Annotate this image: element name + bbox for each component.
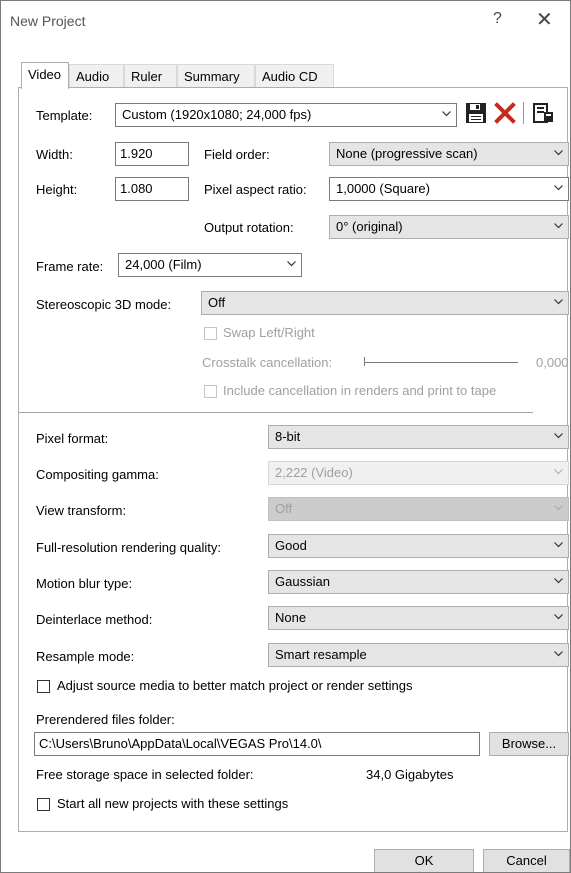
height-label: Height:: [36, 182, 78, 197]
output-rotation-label: Output rotation:: [204, 220, 294, 235]
toolbar-divider: [523, 102, 524, 124]
resample-value: Smart resample: [275, 647, 367, 662]
save-icon[interactable]: [465, 102, 487, 127]
prerender-folder-input[interactable]: C:\Users\Bruno\AppData\Local\VEGAS Pro\1…: [34, 732, 480, 756]
width-input[interactable]: 1.920: [115, 142, 189, 166]
section-divider: [19, 412, 533, 413]
new-project-dialog: New Project ? ✕ Video Audio Ruler Summar…: [0, 0, 571, 873]
chevron-down-icon: [554, 578, 563, 586]
output-rotation-value: 0° (original): [336, 219, 403, 234]
crosstalk-value: 0,000: [536, 355, 569, 370]
stereo-value: Off: [208, 295, 226, 310]
motion-blur-label: Motion blur type:: [36, 576, 133, 591]
tab-summary[interactable]: Summary: [177, 64, 255, 87]
compositing-gamma-value: 2,222 (Video): [275, 465, 353, 480]
chevron-down-icon: [554, 150, 563, 158]
crosstalk-label: Crosstalk cancellation:: [202, 355, 333, 370]
chevron-down-icon: [554, 505, 563, 513]
view-transform-label: View transform:: [36, 503, 127, 518]
properties-icon[interactable]: [532, 102, 554, 127]
tab-audio-cd[interactable]: Audio CD: [255, 64, 334, 87]
compositing-gamma-dropdown[interactable]: 2,222 (Video): [268, 461, 569, 485]
pixel-format-dropdown[interactable]: 8-bit: [268, 425, 569, 449]
chevron-down-icon: [554, 614, 563, 622]
chevron-down-icon: [554, 223, 563, 231]
template-dropdown[interactable]: Custom (1920x1080; 24,000 fps): [115, 103, 457, 127]
deinterlace-value: None: [275, 610, 307, 625]
adjust-source-checkbox[interactable]: [37, 680, 50, 693]
storage-label: Free storage space in selected folder:: [36, 767, 254, 782]
render-quality-dropdown[interactable]: Good: [268, 534, 569, 558]
pixel-format-value: 8-bit: [275, 429, 301, 444]
height-input[interactable]: 1.080: [115, 177, 189, 201]
tab-audio[interactable]: Audio: [69, 64, 124, 87]
ok-button[interactable]: OK: [374, 849, 474, 872]
pixel-aspect-dropdown[interactable]: 1,0000 (Square): [329, 177, 569, 201]
cancel-button[interactable]: Cancel: [483, 849, 570, 872]
pixel-aspect-value: 1,0000 (Square): [336, 181, 430, 196]
chevron-down-icon: [442, 111, 451, 119]
stereo-label: Stereoscopic 3D mode:: [36, 297, 172, 312]
crosstalk-slider-thumb[interactable]: [364, 357, 365, 366]
chevron-down-icon: [554, 433, 563, 441]
deinterlace-dropdown[interactable]: None: [268, 606, 569, 630]
field-order-label: Field order:: [204, 147, 270, 162]
frame-rate-label: Frame rate:: [36, 259, 104, 274]
field-order-dropdown[interactable]: None (progressive scan): [329, 142, 569, 166]
resample-label: Resample mode:: [36, 649, 135, 664]
delete-icon[interactable]: [494, 102, 516, 127]
swap-left-right-label: Swap Left/Right: [223, 325, 315, 340]
width-label: Width:: [36, 147, 73, 162]
prerender-folder-label: Prerendered files folder:: [36, 712, 175, 727]
crosstalk-slider[interactable]: [364, 362, 518, 363]
view-transform-value: Off: [275, 501, 293, 516]
field-order-value: None (progressive scan): [336, 146, 478, 161]
pixel-aspect-label: Pixel aspect ratio:: [204, 182, 307, 197]
tab-video[interactable]: Video: [21, 62, 69, 89]
template-label: Template:: [36, 108, 93, 123]
help-button[interactable]: ?: [493, 10, 502, 28]
include-cancellation-label: Include cancellation in renders and prin…: [223, 383, 497, 398]
pixel-format-label: Pixel format:: [36, 431, 109, 446]
output-rotation-dropdown[interactable]: 0° (original): [329, 215, 569, 239]
frame-rate-value: 24,000 (Film): [125, 257, 202, 272]
close-button[interactable]: ✕: [536, 7, 553, 32]
title-bar: New Project ? ✕: [1, 1, 570, 41]
chevron-down-icon: [554, 469, 563, 477]
render-quality-label: Full-resolution rendering quality:: [36, 540, 221, 555]
tab-ruler[interactable]: Ruler: [124, 64, 177, 87]
browse-button[interactable]: Browse...: [489, 732, 569, 756]
render-quality-value: Good: [275, 538, 307, 553]
view-transform-dropdown[interactable]: Off: [268, 497, 569, 521]
start-all-checkbox[interactable]: [37, 798, 50, 811]
motion-blur-dropdown[interactable]: Gaussian: [268, 570, 569, 594]
adjust-source-label: Adjust source media to better match proj…: [57, 678, 413, 693]
template-value: Custom (1920x1080; 24,000 fps): [122, 107, 312, 122]
chevron-down-icon: [554, 299, 563, 307]
resample-dropdown[interactable]: Smart resample: [268, 643, 569, 667]
include-cancellation-checkbox[interactable]: [204, 385, 217, 398]
frame-rate-dropdown[interactable]: 24,000 (Film): [118, 253, 302, 277]
motion-blur-value: Gaussian: [275, 574, 330, 589]
chevron-down-icon: [554, 651, 563, 659]
deinterlace-label: Deinterlace method:: [36, 612, 153, 627]
swap-left-right-checkbox[interactable]: [204, 327, 217, 340]
stereo-dropdown[interactable]: Off: [201, 291, 569, 315]
storage-value: 34,0 Gigabytes: [366, 767, 454, 782]
chevron-down-icon: [554, 185, 563, 193]
chevron-down-icon: [554, 542, 563, 550]
window-title: New Project: [10, 13, 86, 29]
compositing-gamma-label: Compositing gamma:: [36, 467, 159, 482]
start-all-label: Start all new projects with these settin…: [57, 796, 289, 811]
chevron-down-icon: [287, 261, 296, 269]
